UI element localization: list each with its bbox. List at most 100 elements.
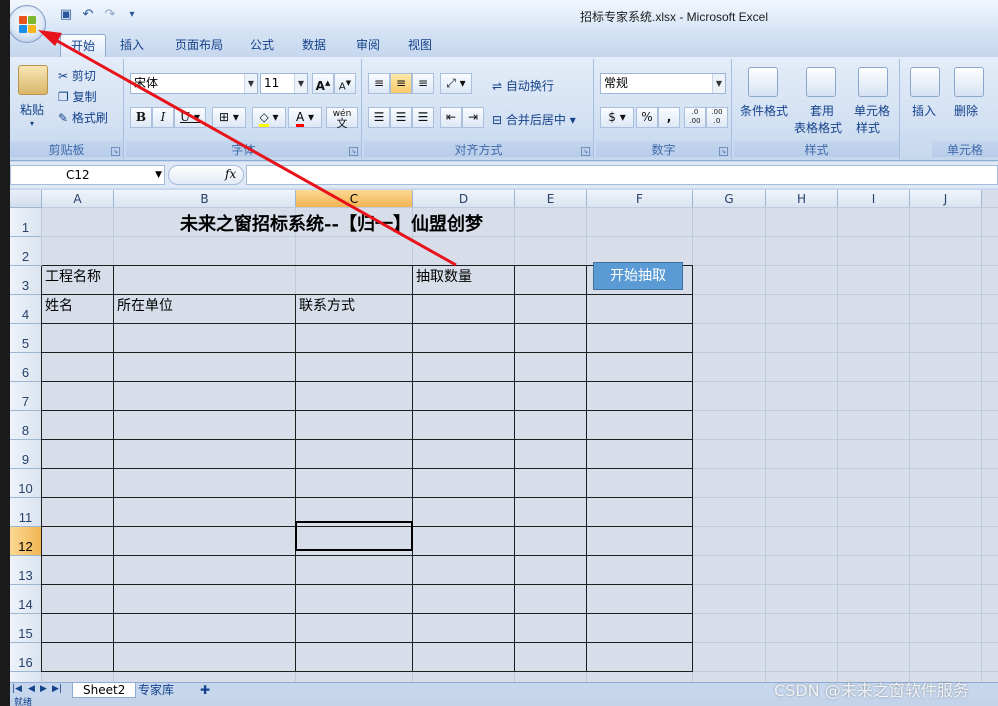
font-size-select[interactable]: 11 ▼	[260, 73, 308, 94]
row-header-16[interactable]: 16	[10, 643, 42, 672]
copy-button[interactable]: ❐ 复制	[58, 88, 97, 105]
column-header-e[interactable]: E	[515, 190, 587, 208]
tab-home[interactable]: 开始	[60, 34, 106, 57]
delete-cells-button[interactable]: 删除	[954, 102, 978, 119]
save-icon[interactable]: ▣	[58, 7, 74, 23]
row-header-13[interactable]: 13	[10, 556, 42, 585]
column-header-g[interactable]: G	[693, 190, 766, 208]
insert-cells-icon[interactable]	[910, 67, 940, 97]
cell-style-icon[interactable]	[858, 67, 888, 97]
format-painter-button[interactable]: ✎ 格式刷	[58, 109, 108, 126]
row-header-12[interactable]: 12	[10, 527, 42, 556]
paste-button[interactable]: 粘贴	[20, 101, 44, 118]
tab-review[interactable]: 审阅	[350, 34, 386, 57]
clipboard-launcher-icon[interactable]: ↘	[111, 147, 120, 156]
row-header-3[interactable]: 3	[10, 266, 42, 295]
column-header-b[interactable]: B	[114, 190, 296, 208]
next-sheet-icon[interactable]: ▶	[40, 684, 47, 694]
font-launcher-icon[interactable]: ↘	[349, 147, 358, 156]
increase-decimal-button[interactable]: .0 .00	[684, 107, 706, 128]
first-sheet-icon[interactable]: |◀	[12, 684, 22, 694]
column-header-a[interactable]: A	[42, 190, 114, 208]
italic-button[interactable]: I	[152, 107, 174, 128]
row-header-15[interactable]: 15	[10, 614, 42, 643]
insert-cells-button[interactable]: 插入	[912, 102, 936, 119]
phonetic-button[interactable]: wén 文	[326, 107, 358, 129]
last-sheet-icon[interactable]: ▶|	[52, 684, 62, 694]
row-header-6[interactable]: 6	[10, 353, 42, 382]
comma-button[interactable]: ,	[658, 107, 680, 128]
prev-sheet-icon[interactable]: ◀	[28, 684, 35, 694]
formula-input[interactable]	[246, 165, 998, 185]
increase-indent-button[interactable]: ⇥	[462, 107, 484, 128]
tab-insert[interactable]: 插入	[114, 34, 150, 57]
column-header-f[interactable]: F	[587, 190, 693, 208]
cell-style-button[interactable]: 样式	[856, 119, 880, 136]
column-header-i[interactable]: I	[838, 190, 910, 208]
column-header-c[interactable]: C	[296, 190, 413, 208]
currency-button[interactable]: $ ▾	[600, 107, 634, 128]
number-launcher-icon[interactable]: ↘	[719, 147, 728, 156]
paste-dropdown-icon[interactable]: ▾	[30, 119, 34, 128]
wrap-text-button[interactable]: ⇌ 自动换行	[492, 77, 554, 94]
row-header-14[interactable]: 14	[10, 585, 42, 614]
row-header-10[interactable]: 10	[10, 469, 42, 498]
font-name-select[interactable]: 宋体 ▼	[130, 73, 258, 94]
align-bottom-button[interactable]: ≡	[412, 73, 434, 94]
row-header-9[interactable]: 9	[10, 440, 42, 469]
decrease-decimal-button[interactable]: .00 .0	[706, 107, 728, 128]
decrease-indent-button[interactable]: ⇤	[440, 107, 462, 128]
sheet-tab-sheet2[interactable]: Sheet2	[72, 683, 137, 698]
merge-center-button[interactable]: ⊟ 合并后居中 ▾	[492, 111, 576, 128]
undo-icon[interactable]: ↶	[80, 7, 96, 23]
font-color-button[interactable]: A ▾	[288, 107, 322, 128]
grow-font-button[interactable]: A▲	[312, 73, 334, 94]
tab-view[interactable]: 视图	[402, 34, 438, 57]
bold-button[interactable]: B	[130, 107, 152, 128]
align-center-button[interactable]: ☰	[390, 107, 412, 128]
row-header-11[interactable]: 11	[10, 498, 42, 527]
row-header-7[interactable]: 7	[10, 382, 42, 411]
conditional-format-button[interactable]: 条件格式	[740, 102, 788, 119]
select-all-corner[interactable]	[10, 190, 42, 208]
align-top-button[interactable]: ≡	[368, 73, 390, 94]
worksheet-grid[interactable]: ABCDEFGHIJ 1234567891011121314151617 未来之…	[10, 190, 998, 682]
row-header-1[interactable]: 1	[10, 208, 42, 237]
table-format-icon[interactable]	[806, 67, 836, 97]
redo-icon[interactable]: ↷	[102, 7, 118, 23]
column-header-d[interactable]: D	[413, 190, 515, 208]
column-header-h[interactable]: H	[766, 190, 838, 208]
start-extract-button[interactable]: 开始抽取	[593, 262, 683, 290]
sheet-tab-expert-db[interactable]: 专家库	[128, 683, 184, 698]
table-format-button[interactable]: 表格格式	[794, 119, 842, 136]
fill-color-button[interactable]: ◇ ▾	[252, 107, 286, 128]
conditional-format-icon[interactable]	[748, 67, 778, 97]
delete-cells-icon[interactable]	[954, 67, 984, 97]
customize-qat-icon[interactable]: ▾	[124, 7, 140, 23]
underline-button[interactable]: U ▾	[174, 107, 206, 128]
number-format-select[interactable]: 常规 ▼	[600, 73, 726, 94]
tab-formulas[interactable]: 公式	[244, 34, 280, 57]
name-box[interactable]: C12 ▼	[10, 165, 165, 185]
row-header-2[interactable]: 2	[10, 237, 42, 266]
align-right-button[interactable]: ☰	[412, 107, 434, 128]
orientation-button[interactable]: ⤢ ▾	[440, 73, 472, 94]
row-header-8[interactable]: 8	[10, 411, 42, 440]
row-header-5[interactable]: 5	[10, 324, 42, 353]
insert-function-icon[interactable]: fx	[225, 167, 236, 181]
row-header-4[interactable]: 4	[10, 295, 42, 324]
column-header-j[interactable]: J	[910, 190, 982, 208]
align-left-button[interactable]: ☰	[368, 107, 390, 128]
paste-icon[interactable]	[18, 65, 48, 95]
active-cell-c12[interactable]	[295, 521, 413, 551]
borders-button[interactable]: ⊞ ▾	[212, 107, 246, 128]
percent-button[interactable]: %	[636, 107, 658, 128]
row-header-17[interactable]: 17	[10, 672, 42, 682]
new-sheet-icon[interactable]: ✚	[190, 683, 220, 698]
shrink-font-button[interactable]: A▼	[334, 73, 356, 94]
alignment-launcher-icon[interactable]: ↘	[581, 147, 590, 156]
tab-page-layout[interactable]: 页面布局	[168, 34, 230, 57]
tab-data[interactable]: 数据	[296, 34, 332, 57]
cut-button[interactable]: ✂ 剪切	[58, 67, 96, 84]
align-middle-button[interactable]: ≡	[390, 73, 412, 94]
